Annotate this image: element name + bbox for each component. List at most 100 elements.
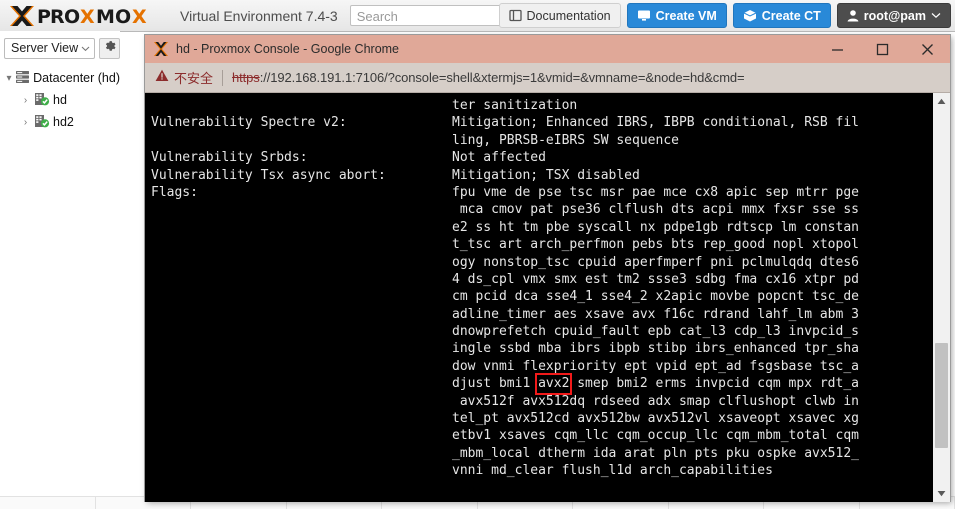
url-scheme: https	[232, 70, 260, 85]
terminal-line-value: ingle ssbd mba ibrs ibpb stibp ibrs_enha…	[452, 341, 859, 357]
maximize-button[interactable]	[860, 35, 905, 63]
tree-item-label: hd2	[53, 115, 74, 129]
xterm-console[interactable]: ter sanitization Vulnerability Spectre v2…	[145, 93, 950, 502]
terminal-line-label: Flags:	[151, 184, 198, 200]
terminal-line: ogy nonstop_tsc cpuid aperfmperf pni pcl…	[151, 254, 933, 271]
chevron-right-icon[interactable]: ›	[20, 117, 31, 128]
sidebar-settings-button[interactable]	[99, 37, 120, 59]
chrome-title-bar[interactable]: hd - Proxmox Console - Google Chrome	[145, 35, 950, 63]
server-view-label: Server View	[11, 41, 79, 55]
terminal-line: djust bmi1 avx2 smep bmi2 erms invpcid c…	[151, 373, 933, 395]
documentation-button[interactable]: Documentation	[498, 3, 621, 28]
chevron-down-icon	[931, 12, 941, 19]
terminal-line-value: e2 ss ht tm pbe syscall nx pdpe1gb rdtsc…	[452, 219, 859, 235]
user-menu-button[interactable]: root@pam	[836, 3, 951, 28]
terminal-line-value: adline_timer aes xsave avx f16c rdrand l…	[452, 306, 859, 322]
omnibox-url[interactable]: https://192.168.191.1:7106/?console=shel…	[232, 70, 745, 85]
terminal-line-label: Vulnerability Tsx async abort:	[151, 167, 386, 183]
tree-item-label: Datacenter (hd)	[33, 71, 120, 85]
terminal-line-value: _mbm_local dtherm ida arat pln pts pku o…	[452, 445, 859, 461]
terminal-line-value: vnni md_clear flush_l1d arch_capabilitie…	[452, 463, 773, 479]
terminal-line-value: mca cmov pat pse36 clflush dts acpi mmx …	[452, 202, 859, 218]
proxmox-version-label: Virtual Environment 7.4-3	[180, 7, 338, 24]
create-ct-label: Create CT	[761, 8, 821, 23]
terminal-line-label: Vulnerability Spectre v2:	[151, 115, 347, 131]
window-controls	[815, 35, 950, 63]
chevron-down-icon[interactable]: ▾	[6, 73, 12, 84]
gear-icon	[103, 39, 116, 57]
terminal-line-value: t_tsc art arch_perfmon pebs bts rep_good…	[452, 237, 859, 253]
terminal-line-value: ter sanitization	[452, 98, 578, 113]
chrome-title-label: hd - Proxmox Console - Google Chrome	[176, 42, 400, 56]
proxmox-x-icon	[153, 41, 169, 57]
terminal-line: e2 ss ht tm pbe syscall nx pdpe1gb rdtsc…	[151, 219, 933, 236]
chevron-down-icon	[81, 41, 90, 55]
tree-item-hd2[interactable]: › hd2	[0, 111, 120, 133]
terminal-line-value: ogy nonstop_tsc cpuid aperfmperf pni pcl…	[452, 254, 859, 270]
terminal-scrollbar[interactable]	[932, 93, 950, 502]
tree-item-label: hd	[53, 93, 67, 107]
svg-text:O: O	[115, 6, 131, 27]
svg-text:O: O	[64, 6, 80, 27]
svg-text:M: M	[96, 6, 115, 27]
svg-text:X: X	[80, 6, 95, 27]
tree-item-hd[interactable]: › hd	[0, 89, 120, 111]
maximize-icon	[876, 43, 889, 55]
security-label: 不安全	[174, 71, 214, 86]
url-rest: ://192.168.191.1:7106/?console=shell&xte…	[259, 70, 745, 85]
terminal-line-value: avx512f avx512dq rdseed adx smap clflush…	[452, 393, 859, 409]
minimize-button[interactable]	[815, 35, 860, 63]
terminal-line: ingle ssbd mba ibrs ibpb stibp ibrs_enha…	[151, 340, 933, 357]
security-indicator[interactable]: 不安全	[155, 68, 213, 87]
scroll-up-button[interactable]	[933, 93, 950, 110]
scroll-down-button[interactable]	[933, 485, 950, 502]
close-button[interactable]	[905, 35, 950, 63]
terminal-line-value: Mitigation; TSX disabled	[452, 167, 640, 183]
server-tree: ▾ Datacenter (hd) › hd › hd2	[0, 67, 120, 133]
terminal-line-value: 4 ds_cpl vmx smx est tm2 ssse3 sdbg fma …	[452, 271, 859, 287]
terminal-line: Vulnerability Tsx async abort: Mitigation…	[151, 167, 933, 184]
terminal-line-value: cm pcid dca sse4_1 sse4_2 x2apic movbe p…	[452, 289, 859, 305]
terminal-line: avx512f avx512dq rdseed adx smap clflush…	[151, 393, 933, 410]
terminal-line-value: Not affected	[452, 150, 546, 166]
terminal-line-value: dow vnmi flexpriority ept vpid ept_ad fs…	[452, 358, 859, 374]
terminal-line-value-after: smep bmi2 erms invpcid cqm mpx rdt_a	[569, 376, 859, 392]
chevron-right-icon[interactable]: ›	[20, 95, 31, 106]
proxmox-sidebar: Server View ▾ Datacenter (hd) › hd › hd2	[0, 31, 120, 509]
terminal-line: dow vnmi flexpriority ept vpid ept_ad fs…	[151, 358, 933, 375]
background-table-cell	[0, 497, 96, 509]
book-icon	[508, 9, 522, 22]
terminal-line-value: fpu vme de pse tsc msr pae mce cx8 apic …	[452, 184, 859, 200]
terminal-line: _mbm_local dtherm ida arat pln pts pku o…	[151, 445, 933, 462]
chrome-window: hd - Proxmox Console - Google Chrome 不安全…	[145, 35, 950, 502]
terminal-line: vnni md_clear flush_l1d arch_capabilitie…	[151, 462, 933, 479]
highlighted-flag-avx2: avx2	[535, 373, 573, 395]
terminal-line: 4 ds_cpl vmx smx est tm2 ssse3 sdbg fma …	[151, 271, 933, 288]
tree-item-datacenter[interactable]: ▾ Datacenter (hd)	[0, 67, 120, 89]
server-view-select[interactable]: Server View	[4, 37, 96, 59]
container-box-icon	[743, 9, 757, 22]
scrollbar-thumb[interactable]	[935, 342, 948, 448]
terminal-line: cm pcid dca sse4_1 sse4_2 x2apic movbe p…	[151, 288, 933, 305]
node-icon	[34, 114, 50, 131]
terminal-line-label: Vulnerability Srbds:	[151, 150, 308, 166]
terminal-line: Vulnerability Srbds: Not affected	[151, 149, 933, 166]
warning-triangle-icon	[155, 69, 169, 87]
proxmox-header: PRO MO XX Virtual Environment 7.4-3 Sear…	[0, 0, 955, 32]
terminal-line: adline_timer aes xsave avx f16c rdrand l…	[151, 306, 933, 323]
create-ct-button[interactable]: Create CT	[732, 3, 831, 28]
terminal-line: ter sanitization	[151, 97, 933, 114]
create-vm-button[interactable]: Create VM	[626, 3, 727, 28]
user-label: root@pam	[863, 8, 926, 23]
terminal-line-value: ling, PBRSB-eIBRS SW sequence	[452, 132, 679, 148]
terminal-line-value: tel_pt avx512cd avx512bw avx512vl xsaveo…	[452, 411, 859, 427]
triangle-down-icon	[937, 491, 946, 497]
chrome-omnibox[interactable]: 不安全 https://192.168.191.1:7106/?console=…	[145, 63, 950, 93]
omnibox-divider	[222, 69, 224, 86]
terminal-output: ter sanitization Vulnerability Spectre v2…	[145, 93, 933, 502]
terminal-line: t_tsc art arch_perfmon pebs bts rep_good…	[151, 236, 933, 253]
close-icon	[922, 43, 933, 55]
terminal-line-value: etbv1 xsaves cqm_llc cqm_occup_llc cqm_m…	[452, 428, 859, 444]
datacenter-icon	[15, 70, 30, 87]
